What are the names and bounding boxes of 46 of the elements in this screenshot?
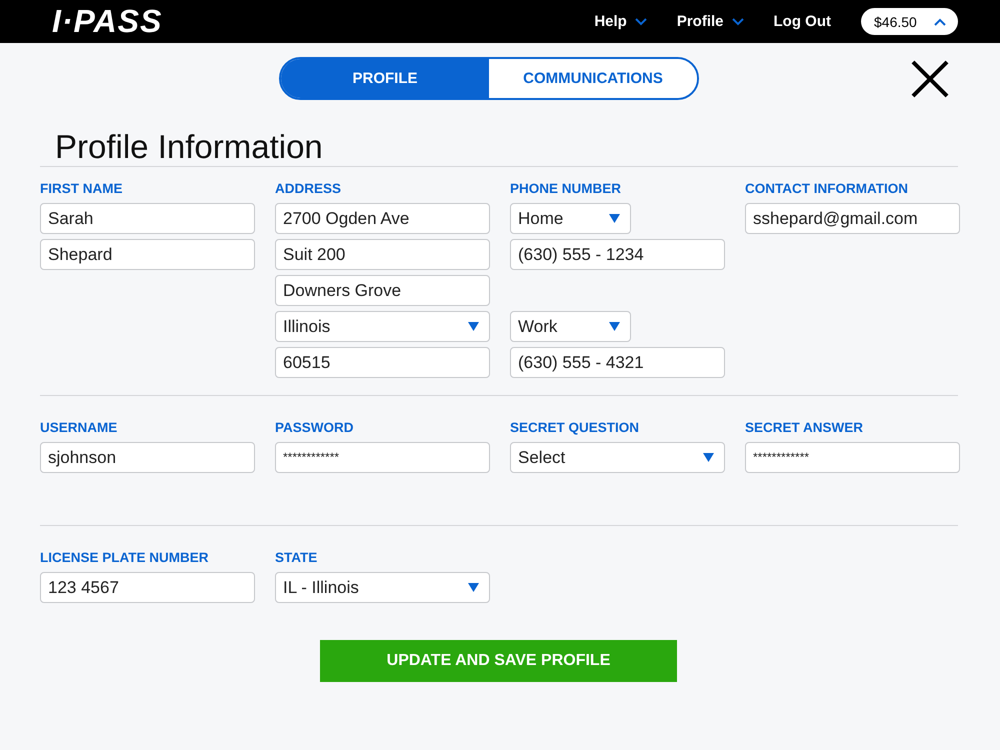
text-field[interactable]: Shepard (40, 239, 255, 270)
field-label: PASSWORD (275, 420, 355, 435)
field-label: USERNAME (40, 420, 118, 435)
dropdown-field[interactable]: Illinois (275, 311, 490, 342)
dropdown-arrow-icon (468, 583, 479, 592)
close-button[interactable] (910, 58, 950, 98)
page-title: Profile Information (55, 128, 324, 166)
field-label: STATE (275, 550, 318, 565)
dropdown-field[interactable]: Home (510, 203, 631, 234)
field-label: CONTACT INFORMATION (745, 181, 909, 196)
text-field[interactable]: 2700 Ogden Ave (275, 203, 490, 234)
chevron-down-icon (732, 18, 744, 26)
dropdown-arrow-icon (609, 322, 620, 331)
password-field[interactable]: ************ (745, 442, 960, 473)
dropdown-arrow-icon (703, 453, 714, 462)
dropdown-field[interactable]: Select (510, 442, 725, 473)
dropdown-field[interactable]: IL - Illinois (275, 572, 490, 603)
text-field[interactable]: Downers Grove (275, 275, 490, 306)
text-field[interactable]: (630) 555 - 4321 (510, 347, 725, 378)
dropdown-arrow-icon (609, 214, 620, 223)
balance-button[interactable]: $46.50 (861, 8, 958, 35)
tab[interactable]: PROFILE (281, 59, 489, 98)
nav-link[interactable]: Log Out (774, 13, 831, 30)
text-field[interactable]: 60515 (275, 347, 490, 378)
text-field[interactable]: 123 4567 (40, 572, 255, 603)
logo: I·PASS (52, 3, 162, 40)
field-label: ADDRESS (275, 181, 342, 196)
chevron-down-icon (634, 18, 647, 26)
nav-link[interactable]: Help (594, 13, 647, 30)
field-label: PHONE NUMBER (510, 181, 622, 196)
text-field[interactable]: sshepard@gmail.com (745, 203, 960, 234)
tab[interactable]: COMMUNICATIONS (489, 59, 697, 98)
field-label: SECRET QUESTION (510, 420, 640, 435)
field-label: LICENSE PLATE NUMBER (40, 550, 210, 565)
field-label: FIRST NAME (40, 181, 124, 196)
text-field[interactable]: Suit 200 (275, 239, 490, 270)
field-label: SECRET ANSWER (745, 420, 864, 435)
text-field[interactable]: sjohnson (40, 442, 255, 473)
dropdown-field[interactable]: Work (510, 311, 631, 342)
password-field[interactable]: ************ (275, 442, 490, 473)
close-icon (910, 58, 950, 98)
dropdown-arrow-icon (468, 322, 479, 331)
chevron-up-icon (934, 18, 946, 26)
text-field[interactable]: (630) 555 - 1234 (510, 239, 725, 270)
text-field[interactable]: Sarah (40, 203, 255, 234)
nav-link[interactable]: Profile (676, 13, 744, 30)
